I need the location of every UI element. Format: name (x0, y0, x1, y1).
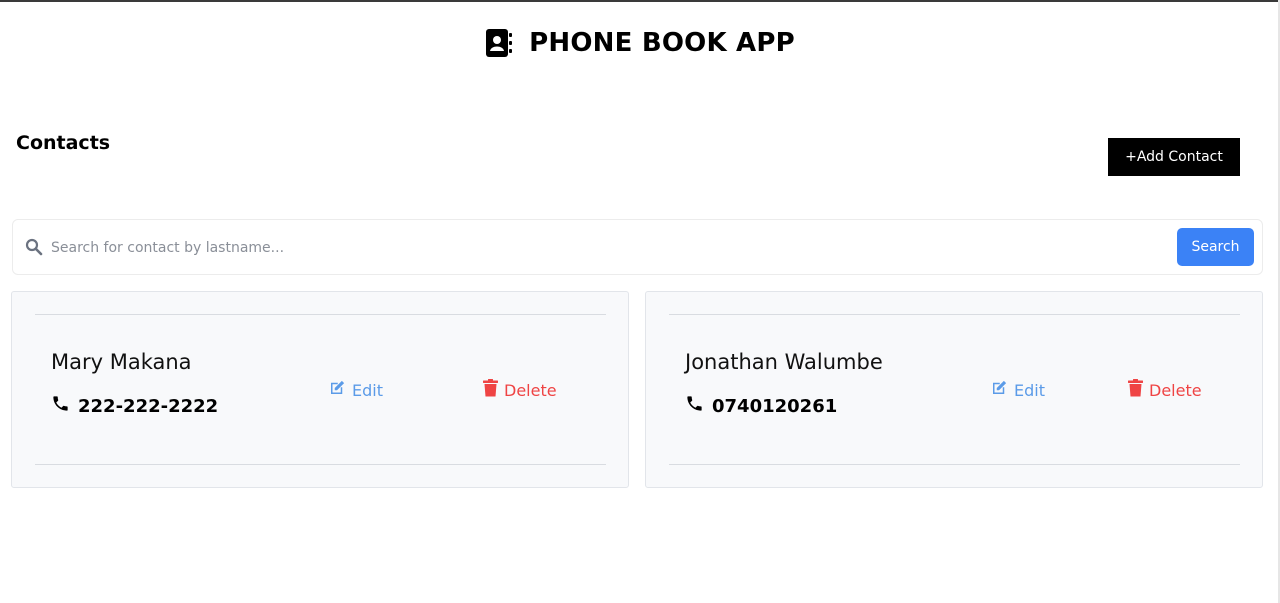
card-divider (35, 314, 606, 315)
add-contact-button[interactable]: +Add Contact (1108, 138, 1240, 176)
app-header: PHONE BOOK APP (0, 26, 1280, 60)
contact-phone: 222-222-2222 (51, 394, 218, 418)
phone-icon (51, 394, 70, 418)
delete-button[interactable]: Delete (483, 378, 557, 402)
edit-label: Edit (352, 380, 383, 400)
phone-number: 0740120261 (712, 395, 838, 417)
contact-name: Jonathan Walumbe (685, 350, 883, 374)
card-divider (35, 464, 606, 465)
contact-book-icon (485, 27, 515, 59)
delete-label: Delete (504, 380, 557, 400)
contact-phone: 0740120261 (685, 394, 837, 418)
contacts-heading: Contacts (16, 132, 111, 154)
search-input[interactable] (51, 230, 1171, 266)
delete-label: Delete (1149, 380, 1202, 400)
contact-card: Mary Makana 222-222-2222 Edit Delete (11, 291, 629, 488)
contact-name: Mary Makana (51, 350, 192, 374)
search-bar: Search (12, 219, 1263, 275)
card-divider (669, 314, 1240, 315)
search-icon (25, 238, 43, 256)
app-title: PHONE BOOK APP (529, 28, 795, 58)
edit-icon (990, 379, 1008, 401)
search-button[interactable]: Search (1177, 228, 1254, 266)
edit-button[interactable]: Edit (328, 378, 383, 402)
phone-icon (685, 394, 704, 418)
phone-number: 222-222-2222 (78, 395, 219, 417)
trash-icon (483, 379, 498, 401)
trash-icon (1128, 379, 1143, 401)
contact-card: Jonathan Walumbe 0740120261 Edit Delete (645, 291, 1263, 488)
window-top-border (0, 0, 1280, 2)
edit-button[interactable]: Edit (990, 378, 1045, 402)
delete-button[interactable]: Delete (1128, 378, 1202, 402)
edit-label: Edit (1014, 380, 1045, 400)
edit-icon (328, 379, 346, 401)
card-divider (669, 464, 1240, 465)
